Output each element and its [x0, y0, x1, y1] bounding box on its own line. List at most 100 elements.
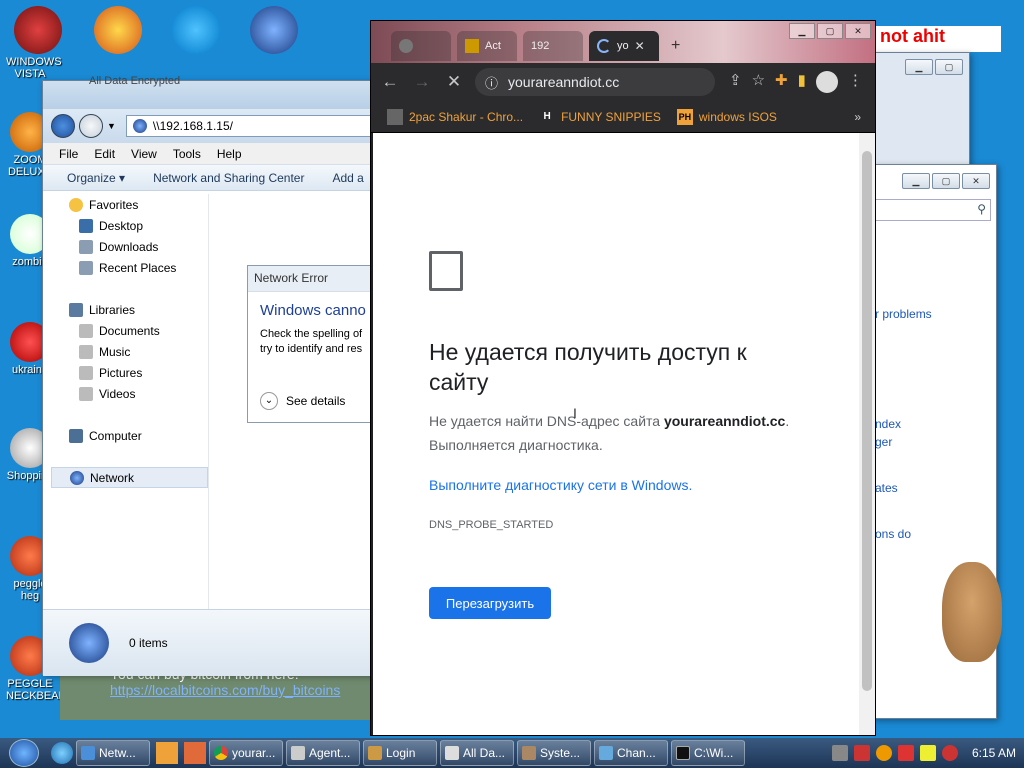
- nav-documents[interactable]: Documents: [51, 320, 208, 341]
- network-sharing-center-button[interactable]: Network and Sharing Center: [153, 171, 304, 185]
- nav-computer[interactable]: Computer: [51, 425, 208, 446]
- diagnostics-link[interactable]: Выполните диагностику сети в Windows.: [429, 477, 692, 493]
- task-agent[interactable]: Agent...: [286, 740, 360, 766]
- nav-favorites[interactable]: Favorites: [51, 194, 208, 215]
- extensions-puzzle-icon[interactable]: ✚: [775, 71, 788, 93]
- network-icon: [70, 470, 84, 485]
- command-bar: Organize ▾ Network and Sharing Center Ad…: [43, 165, 381, 191]
- chrome-window[interactable]: Act 192 yo ✕ + ▁ ▢ ✕ ← → ✕ ⓘ yourareanndio…: [370, 20, 876, 736]
- more-bookmarks-icon[interactable]: »: [854, 110, 861, 124]
- star-icon: [69, 197, 83, 212]
- task-login[interactable]: Login: [363, 740, 437, 766]
- menu-view[interactable]: View: [131, 147, 157, 161]
- link-updates[interactable]: ates: [875, 481, 898, 495]
- close-button[interactable]: ✕: [845, 23, 871, 39]
- downloads-icon: [79, 239, 93, 254]
- profile-avatar-icon[interactable]: [815, 71, 838, 93]
- close-button[interactable]: ✕: [962, 173, 990, 189]
- window-controls: ▁ ▢ ✕: [902, 173, 990, 189]
- task-system[interactable]: Syste...: [517, 740, 591, 766]
- nav-videos[interactable]: Videos: [51, 383, 208, 404]
- skype-icon[interactable]: [172, 6, 220, 54]
- vista-orb-icon[interactable]: [14, 6, 62, 54]
- nav-desktop[interactable]: Desktop: [51, 215, 208, 236]
- back-button[interactable]: [51, 114, 75, 138]
- forward-button[interactable]: [79, 114, 103, 138]
- bookmark-funny-snippies[interactable]: H FUNNY SNIPPIES: [539, 109, 660, 125]
- search-box[interactable]: ⚲: [873, 199, 991, 221]
- forward-arrow-icon[interactable]: →: [411, 71, 433, 93]
- link-options[interactable]: ons do: [875, 527, 911, 541]
- maximize-button[interactable]: ▢: [935, 59, 963, 75]
- clock[interactable]: 6:15 AM: [972, 746, 1016, 760]
- tray-v-icon[interactable]: [853, 745, 870, 761]
- menu-file[interactable]: File: [59, 147, 78, 161]
- hamster-sticker: [942, 562, 1002, 662]
- minimize-button[interactable]: ▁: [905, 59, 933, 75]
- error-title: Не удается получить доступ к сайту: [429, 339, 747, 395]
- back-arrow-icon[interactable]: ←: [379, 71, 401, 93]
- reload-button[interactable]: Перезагрузить: [429, 587, 551, 619]
- address-bar[interactable]: \\192.168.1.15/: [125, 115, 381, 137]
- minimize-button[interactable]: ▁: [902, 173, 930, 189]
- network-error-dialog[interactable]: Network Error Windows canno Check the sp…: [247, 265, 377, 423]
- bitcoin-link[interactable]: https://localbitcoins.com/buy_bitcoins: [110, 682, 340, 698]
- nav-music[interactable]: Music: [51, 341, 208, 362]
- stop-loading-icon[interactable]: ✕: [443, 71, 465, 93]
- minimize-button[interactable]: ▁: [789, 23, 815, 39]
- omnibox[interactable]: ⓘ yourareanndiot.cc: [475, 68, 715, 96]
- task-change[interactable]: Chan...: [594, 740, 668, 766]
- menu-edit[interactable]: Edit: [94, 147, 115, 161]
- tab-2[interactable]: Act: [457, 31, 517, 61]
- desktop-icon-windows-vista[interactable]: WINDOWS VISTA: [6, 56, 62, 80]
- tab-1[interactable]: [391, 31, 451, 61]
- explorer-titlebar[interactable]: All Data Encrypted: [43, 75, 381, 109]
- tab-3[interactable]: 192: [523, 31, 583, 61]
- side-panel-icon[interactable]: ▮: [798, 71, 806, 93]
- bookmark-2pac[interactable]: 2pac Shakur - Chro...: [387, 108, 523, 125]
- share-icon[interactable]: ⇪: [729, 71, 742, 93]
- ie-icon[interactable]: [51, 742, 73, 764]
- menu-kebab-icon[interactable]: ⋮: [848, 71, 863, 93]
- task-network[interactable]: Netw...: [76, 740, 150, 766]
- nav-network[interactable]: Network: [51, 467, 208, 488]
- menu-tools[interactable]: Tools: [173, 147, 201, 161]
- tray-volume-icon[interactable]: [941, 745, 958, 761]
- task-chrome[interactable]: yourar...: [209, 740, 283, 766]
- organize-button[interactable]: Organize ▾: [67, 171, 125, 185]
- scrollbar-thumb[interactable]: [862, 151, 872, 691]
- see-details-button[interactable]: ⌄ See details: [260, 392, 345, 410]
- tray-search-icon[interactable]: [875, 745, 892, 761]
- tray-battery-icon[interactable]: [919, 745, 936, 761]
- tray-flag-icon[interactable]: [897, 745, 914, 761]
- paint-icon[interactable]: [184, 742, 206, 764]
- link-problems[interactable]: r problems: [875, 307, 932, 321]
- nav-libraries[interactable]: Libraries: [51, 299, 208, 320]
- bookmark-star-icon[interactable]: ☆: [752, 71, 765, 93]
- chevron-down-icon[interactable]: ▼: [107, 121, 116, 131]
- add-button[interactable]: Add a: [332, 171, 363, 185]
- start-button[interactable]: [0, 738, 48, 768]
- maximize-button[interactable]: ▢: [817, 23, 843, 39]
- media-player-icon[interactable]: [156, 742, 178, 764]
- tab-active[interactable]: yo ✕: [589, 31, 659, 61]
- task-all-data[interactable]: All Da...: [440, 740, 514, 766]
- network-icon: [81, 746, 95, 760]
- network-globe-icon[interactable]: [250, 6, 298, 54]
- tab-close-icon[interactable]: ✕: [635, 39, 645, 53]
- link-index[interactable]: ndex: [875, 417, 901, 431]
- nav-pictures[interactable]: Pictures: [51, 362, 208, 383]
- link-manager[interactable]: ger: [875, 435, 892, 449]
- nav-recent-places[interactable]: Recent Places: [51, 257, 208, 278]
- menu-help[interactable]: Help: [217, 147, 242, 161]
- tray-app-icon[interactable]: [831, 745, 848, 761]
- peggle-p-icon[interactable]: [94, 6, 142, 54]
- page-viewport: Не удается получить доступ к сайту Не уд…: [373, 133, 859, 735]
- nav-downloads[interactable]: Downloads: [51, 236, 208, 257]
- bookmark-windows-isos[interactable]: PH windows ISOS: [676, 108, 777, 125]
- new-tab-button[interactable]: +: [671, 37, 680, 55]
- system-icon: [522, 746, 536, 760]
- task-cmd[interactable]: C:\Wi...: [671, 740, 745, 766]
- maximize-button[interactable]: ▢: [932, 173, 960, 189]
- network-icon: [132, 119, 147, 133]
